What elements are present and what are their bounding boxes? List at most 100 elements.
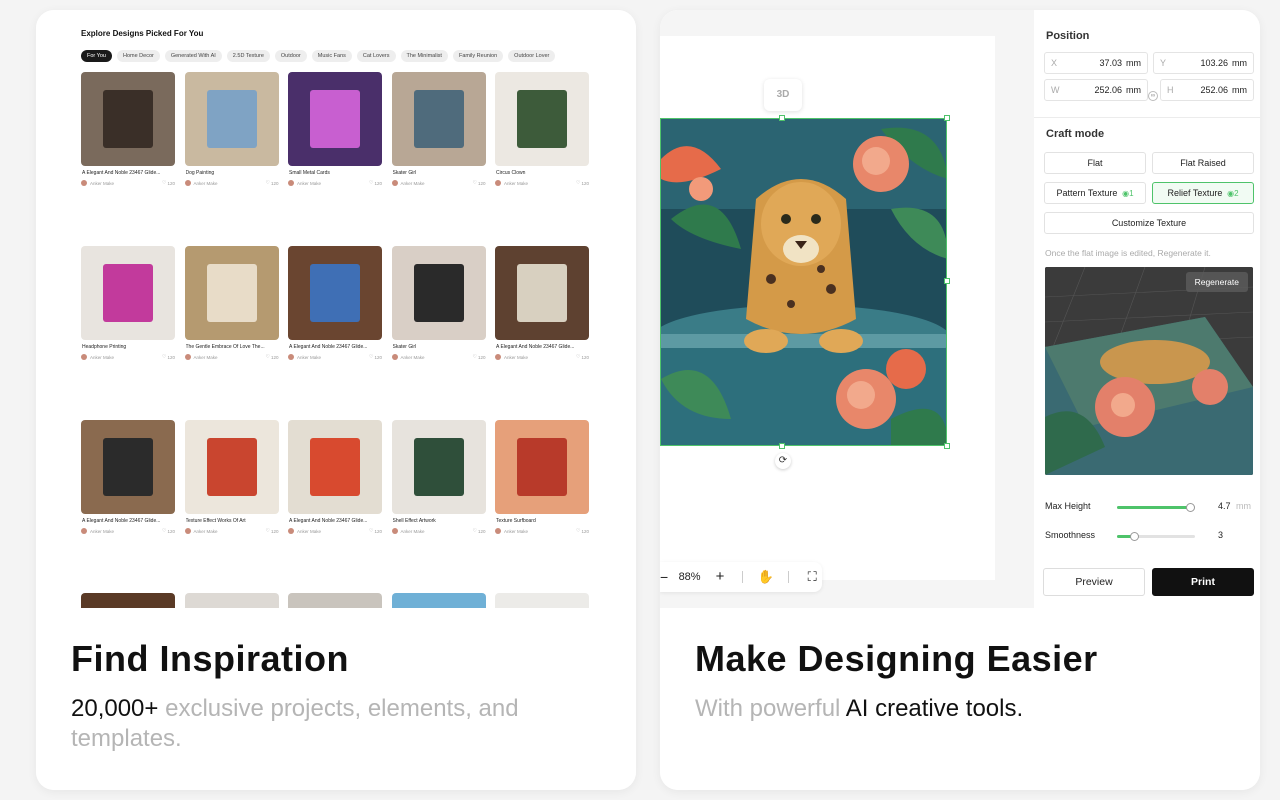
design-card[interactable]: Texture Surfboard Anker Make ♡ 120	[495, 420, 589, 594]
design-card[interactable]: A Elegant And Noble 23467 Glide... Anker …	[81, 420, 175, 594]
chip-outdoor[interactable]: Outdoor	[274, 50, 307, 62]
flat-raised-mode-button[interactable]: Flat Raised	[1152, 152, 1254, 174]
resize-handle-top[interactable]	[779, 115, 785, 121]
design-thumbnail[interactable]	[391, 246, 486, 340]
resize-handle-right[interactable]	[944, 278, 950, 284]
w-field[interactable]: W 252.06 mm	[1044, 79, 1148, 101]
design-thumbnail[interactable]	[81, 246, 175, 340]
design-thumbnail-partial[interactable]	[81, 593, 175, 608]
design-card[interactable]: A Elegant And Noble 23467 Glide... Anker …	[495, 246, 589, 420]
design-artwork	[310, 90, 360, 148]
design-card[interactable]: Skater Girl Anker Make ♡ 120	[391, 72, 486, 246]
design-card[interactable]: Small Metal Cards Anker Make ♡ 120	[288, 72, 382, 246]
design-card[interactable]: The Gentle Embrace Of Love The... Anker M…	[184, 246, 279, 420]
design-thumbnail[interactable]	[184, 72, 279, 166]
chip-cat-lovers[interactable]: Cat Lovers	[356, 50, 396, 62]
design-thumbnail[interactable]	[495, 420, 589, 514]
design-thumbnail[interactable]	[391, 420, 486, 514]
like-count[interactable]: ♡ 120	[162, 180, 175, 186]
chip-music-fans[interactable]: Music Fans	[311, 50, 352, 62]
design-thumbnail[interactable]	[184, 420, 279, 514]
design-thumbnail[interactable]	[495, 246, 589, 340]
design-artwork	[413, 438, 464, 496]
pattern-texture-button[interactable]: Pattern Texture ◉1	[1044, 182, 1146, 204]
design-card[interactable]: Headphone Printing Anker Make ♡ 120	[81, 246, 175, 420]
design-thumbnail-partial[interactable]	[184, 593, 279, 608]
like-count[interactable]: ♡ 120	[162, 528, 175, 534]
design-card[interactable]: Shell Effect Artwork Anker Make ♡ 120	[391, 420, 486, 594]
design-thumbnail[interactable]	[184, 246, 279, 340]
like-count[interactable]: ♡ 120	[576, 354, 589, 360]
fit-screen-icon[interactable]: ⛶	[802, 562, 822, 592]
heart-icon: ♡	[162, 354, 167, 360]
like-count[interactable]: ♡ 120	[369, 354, 382, 360]
like-count[interactable]: ♡ 120	[369, 180, 382, 186]
like-count[interactable]: ♡ 120	[473, 528, 486, 534]
h-field[interactable]: H 252.06 mm	[1160, 79, 1254, 101]
design-thumbnail[interactable]	[288, 246, 382, 340]
section-divider	[1034, 117, 1260, 118]
design-thumbnail-partial[interactable]	[495, 593, 589, 608]
like-count[interactable]: ♡ 120	[266, 354, 279, 360]
3d-toggle-button[interactable]: 3D	[764, 79, 802, 111]
like-count[interactable]: ♡ 120	[162, 354, 175, 360]
design-card[interactable]: Skater Girl Anker Make ♡ 120	[391, 246, 486, 420]
design-title: Small Metal Cards	[289, 170, 330, 176]
relief-texture-button[interactable]: Relief Texture ◉2	[1152, 182, 1254, 204]
like-count[interactable]: ♡ 120	[576, 180, 589, 186]
like-count[interactable]: ♡ 120	[266, 180, 279, 186]
hand-tool-icon[interactable]: ✋	[756, 562, 776, 592]
customize-texture-button[interactable]: Customize Texture	[1044, 212, 1254, 234]
chip-family-reunion[interactable]: Family Reunion	[452, 50, 504, 62]
design-title: A Elegant And Noble 23467 Glide...	[82, 170, 161, 176]
flat-mode-button[interactable]: Flat	[1044, 152, 1146, 174]
like-count[interactable]: ♡ 120	[473, 180, 486, 186]
zoom-out-button[interactable]: −	[660, 562, 668, 592]
chip-generated-with-ai[interactable]: Generated With AI	[164, 50, 222, 62]
x-field[interactable]: X 37.03 mm	[1044, 52, 1148, 74]
design-thumbnail-partial[interactable]	[391, 593, 486, 608]
smoothness-knob[interactable]	[1129, 532, 1139, 541]
resize-handle-bottom-right[interactable]	[944, 443, 950, 449]
design-card[interactable]: A Elegant And Noble 23467 Glide... Anker …	[288, 420, 382, 594]
design-thumbnail[interactable]	[81, 72, 175, 166]
chip-the-minimalist[interactable]: The Minimalist	[400, 50, 448, 62]
max-height-knob[interactable]	[1185, 503, 1195, 512]
chip-home-decor[interactable]: Home Decor	[116, 50, 160, 62]
regenerate-button[interactable]: Regenerate	[1185, 272, 1248, 292]
like-count[interactable]: ♡ 120	[266, 528, 279, 534]
smoothness-slider[interactable]	[1117, 532, 1195, 541]
design-card[interactable]: Texture Effect Works Of Art Anker Make ♡ 12…	[184, 420, 279, 594]
y-field[interactable]: Y 103.26 mm	[1153, 52, 1254, 74]
design-thumbnail[interactable]	[81, 420, 175, 514]
like-count[interactable]: ♡ 120	[369, 528, 382, 534]
rotate-icon[interactable]: ⟳	[775, 453, 791, 469]
design-thumbnail[interactable]	[495, 72, 589, 166]
avatar	[391, 528, 398, 534]
design-card[interactable]: A Elegant And Noble 23467 Glide... Anker …	[81, 72, 175, 246]
design-card[interactable]: Circus Clown Anker Make ♡ 120	[495, 72, 589, 246]
design-card[interactable]: A Elegant And Noble 23467 Glide... Anker …	[288, 246, 382, 420]
design-thumbnail[interactable]	[288, 420, 382, 514]
like-count[interactable]: ♡ 120	[576, 528, 589, 534]
chip-for-you[interactable]: For You	[81, 50, 112, 62]
leopard-artwork[interactable]	[660, 118, 947, 446]
zoom-in-button[interactable]: +	[711, 562, 729, 592]
design-meta: Anker Make ♡ 120	[81, 180, 175, 186]
design-thumbnail[interactable]	[391, 72, 486, 166]
lock-ratio-icon[interactable]: ∞	[1148, 91, 1158, 101]
chip-outdoor-lover[interactable]: Outdoor Lover	[508, 50, 556, 62]
chip-2-5d-texture[interactable]: 2.5D Texture	[226, 50, 270, 62]
design-card[interactable]: Dog Painting Anker Make ♡ 120	[184, 72, 279, 246]
design-artwork	[413, 90, 464, 148]
preview-button[interactable]: Preview	[1043, 568, 1145, 596]
max-height-slider[interactable]	[1117, 503, 1195, 512]
print-button[interactable]: Print	[1152, 568, 1254, 596]
design-thumbnail[interactable]	[288, 72, 382, 166]
design-thumbnail-partial[interactable]	[288, 593, 382, 608]
3d-preview[interactable]: Regenerate	[1045, 267, 1253, 475]
resize-handle-bottom[interactable]	[779, 443, 785, 449]
like-count[interactable]: ♡ 120	[473, 354, 486, 360]
resize-handle-top-right[interactable]	[944, 115, 950, 121]
author-name: Anker Make	[297, 180, 322, 186]
